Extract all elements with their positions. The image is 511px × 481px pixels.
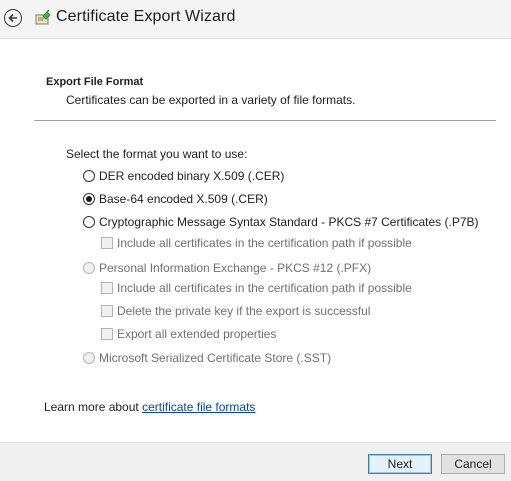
- radio-pfx[interactable]: Personal Information Exchange - PKCS #12…: [83, 261, 371, 275]
- radio-pfx-label: Personal Information Exchange - PKCS #12…: [99, 261, 372, 275]
- checkbox-pfx-delete[interactable]: Delete the private key if the export is …: [101, 304, 370, 318]
- back-arrow-icon: [8, 13, 18, 23]
- radio-pkcs7-label: Cryptographic Message Syntax Standard - …: [99, 215, 479, 229]
- certificate-icon: [34, 9, 52, 27]
- radio-sst-label: Microsoft Serialized Certificate Store (…: [99, 351, 332, 365]
- next-button[interactable]: Next: [368, 454, 432, 474]
- radio-button[interactable]: [83, 170, 95, 182]
- checkbox[interactable]: [101, 282, 113, 294]
- format-prompt: Select the format you want to use:: [66, 147, 248, 161]
- checkbox-pfx-include-label: Include all certificates in the certific…: [117, 281, 412, 295]
- learn-more-text: Learn more about: [44, 400, 143, 414]
- radio-sst[interactable]: Microsoft Serialized Certificate Store (…: [83, 351, 331, 365]
- window-title: Certificate Export Wizard: [56, 8, 236, 25]
- certificate-file-formats-link[interactable]: certificate file formats: [142, 400, 255, 414]
- title-bar: Certificate Export Wizard: [0, 0, 511, 39]
- radio-der[interactable]: DER encoded binary X.509 (.CER): [83, 169, 284, 183]
- checkbox-pkcs7-include[interactable]: Include all certificates in the certific…: [101, 236, 412, 250]
- checkbox[interactable]: [101, 305, 113, 317]
- radio-base64[interactable]: Base-64 encoded X.509 (.CER): [83, 192, 268, 206]
- radio-pkcs7[interactable]: Cryptographic Message Syntax Standard - …: [83, 215, 479, 229]
- learn-more: Learn more about certificate file format…: [44, 400, 255, 414]
- checkbox-pfx-include[interactable]: Include all certificates in the certific…: [101, 281, 412, 295]
- checkbox[interactable]: [101, 328, 113, 340]
- radio-button-disabled[interactable]: [83, 262, 95, 274]
- radio-button-disabled[interactable]: [83, 352, 95, 364]
- radio-base64-label: Base-64 encoded X.509 (.CER): [99, 192, 268, 206]
- section-description: Certificates can be exported in a variet…: [66, 93, 356, 107]
- checkbox-pfx-extended[interactable]: Export all extended properties: [101, 327, 276, 341]
- cancel-button[interactable]: Cancel: [441, 454, 505, 474]
- radio-button[interactable]: [83, 216, 95, 228]
- back-button[interactable]: [4, 9, 22, 27]
- radio-button-selected[interactable]: [83, 193, 95, 205]
- footer-bar: Next Cancel: [0, 442, 511, 481]
- header-divider: [34, 120, 496, 121]
- section-title: Export File Format: [46, 76, 144, 88]
- checkbox-pfx-delete-label: Delete the private key if the export is …: [117, 304, 371, 318]
- checkbox[interactable]: [101, 237, 113, 249]
- checkbox-pfx-extended-label: Export all extended properties: [117, 327, 277, 341]
- checkbox-pkcs7-include-label: Include all certificates in the certific…: [117, 236, 412, 250]
- radio-der-label: DER encoded binary X.509 (.CER): [99, 169, 285, 183]
